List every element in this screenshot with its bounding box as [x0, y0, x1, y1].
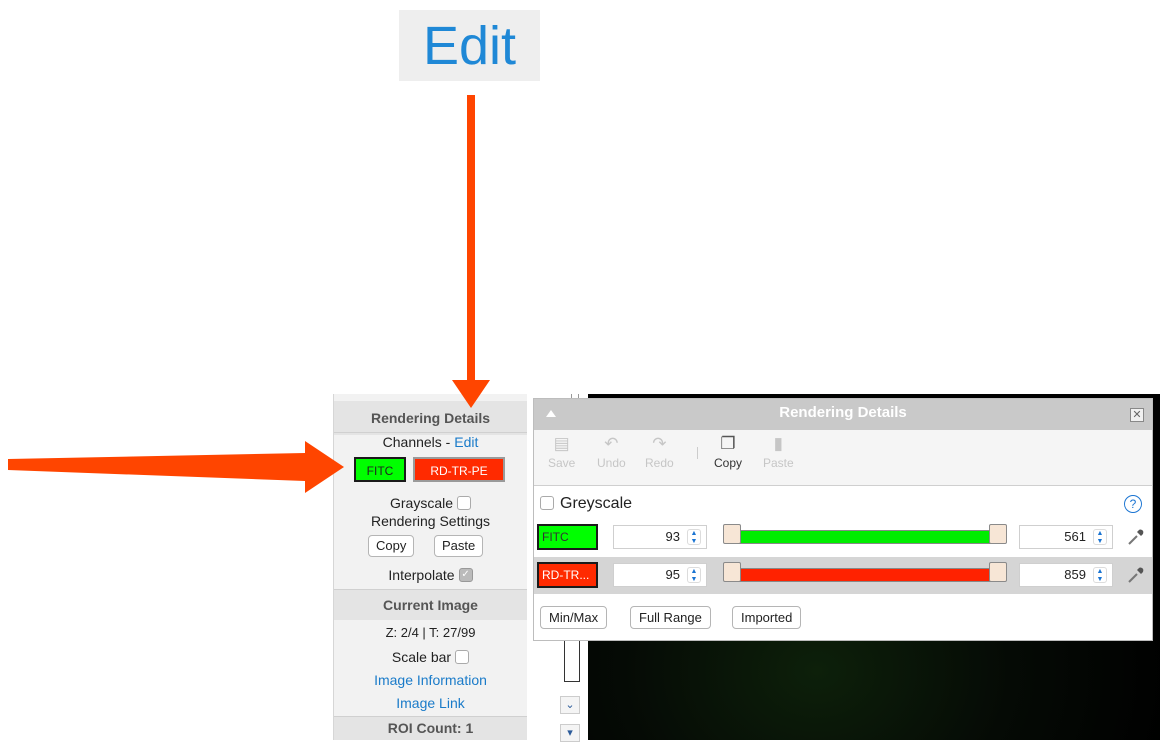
- redo-label: Redo: [645, 456, 674, 470]
- paste-label: Paste: [763, 456, 794, 470]
- save-label: Save: [548, 456, 576, 470]
- greyscale-row: Greyscale: [540, 495, 632, 513]
- redo-button[interactable]: ↷ Redo: [645, 434, 674, 470]
- grayscale-label: Grayscale: [389, 495, 454, 511]
- slider-start-handle[interactable]: [723, 524, 741, 544]
- save-button[interactable]: ▤ Save: [548, 434, 575, 470]
- channel-min-value: 95: [665, 567, 680, 582]
- copy-label: Copy: [714, 456, 743, 470]
- rendering-details-header: Rendering Details: [334, 401, 527, 435]
- full-range-button[interactable]: Full Range: [630, 606, 711, 629]
- imported-button[interactable]: Imported: [732, 606, 802, 629]
- z-t-position: Z: 2/4 | T: 27/99: [385, 625, 476, 640]
- edit-callout-label: Edit: [422, 15, 517, 76]
- current-image-header: Current Image: [334, 590, 527, 620]
- rendering-details-dialog: Rendering Details ✕ ▤ Save ↶ Undo ↷ Redo…: [533, 398, 1153, 641]
- dialog-title: Rendering Details: [779, 404, 907, 421]
- stepper-arrows-icon[interactable]: ▲ ▼: [687, 529, 701, 545]
- color-picker-icon[interactable]: [1126, 527, 1146, 547]
- channels-label: Channels -: [382, 434, 455, 450]
- min-max-button[interactable]: Min/Max: [540, 606, 608, 629]
- channel-row-fitc: FITC 93 ▲ ▼ 561 ▲ ▼: [534, 519, 1152, 556]
- stepper-arrows-icon[interactable]: ▲ ▼: [1093, 529, 1107, 545]
- scale-bar-label: Scale bar: [391, 649, 452, 665]
- copy-button[interactable]: ❐ Copy: [714, 434, 742, 470]
- toolbar-divider: [697, 447, 698, 459]
- channel-max-input[interactable]: 561 ▲ ▼: [1019, 525, 1113, 549]
- divider: [334, 432, 527, 433]
- image-link[interactable]: Image Link: [334, 695, 527, 711]
- channels-row: Channels - Edit: [334, 434, 527, 450]
- interpolate-checkbox[interactable]: ✓: [458, 568, 473, 583]
- grayscale-row: Grayscale: [334, 495, 527, 511]
- dialog-toolbar: ▤ Save ↶ Undo ↷ Redo ❐ Copy ▮ Paste: [534, 430, 1152, 486]
- down-arrow: [452, 95, 490, 408]
- scale-bar-row: Scale bar: [334, 649, 527, 665]
- undo-label: Undo: [597, 456, 626, 470]
- scale-bar-checkbox[interactable]: [455, 650, 470, 665]
- channels-edit-link[interactable]: Edit: [454, 434, 478, 450]
- interpolate-row: Interpolate ✓: [334, 567, 527, 583]
- help-icon[interactable]: ?: [1124, 495, 1142, 513]
- channel-row-rd-tr: RD-TR... 95 ▲ ▼ 859 ▲ ▼: [534, 557, 1152, 594]
- channel-min-value: 93: [665, 529, 680, 544]
- channel-range-slider-rd-tr[interactable]: [733, 568, 1003, 582]
- left-panel: Rendering Details Channels - Edit FITC R…: [333, 394, 528, 740]
- channel-toggle-rd-tr-pe[interactable]: RD-TR-PE: [413, 457, 505, 482]
- grayscale-checkbox[interactable]: [457, 496, 472, 511]
- channel-label-rd-tr[interactable]: RD-TR...: [537, 562, 598, 588]
- interpolate-label: Interpolate: [388, 567, 455, 583]
- channel-min-input[interactable]: 93 ▲ ▼: [613, 525, 707, 549]
- save-icon: ▤: [553, 434, 570, 453]
- channel-range-slider-fitc[interactable]: [733, 530, 1003, 544]
- right-arrow: [8, 441, 344, 493]
- channel-max-value: 859: [1064, 567, 1086, 582]
- rendering-settings-label: Rendering Settings: [370, 513, 491, 529]
- stepper-arrows-icon[interactable]: ▲ ▼: [687, 567, 701, 583]
- paste-settings-button[interactable]: Paste: [434, 535, 484, 557]
- channel-max-input[interactable]: 859 ▲ ▼: [1019, 563, 1113, 587]
- roi-count: ROI Count: 1: [334, 717, 527, 740]
- undo-button[interactable]: ↶ Undo: [597, 434, 626, 470]
- close-icon[interactable]: ✕: [1130, 408, 1144, 422]
- greyscale-checkbox[interactable]: [540, 495, 554, 510]
- copy-icon: ❐: [720, 434, 736, 453]
- dialog-titlebar[interactable]: Rendering Details ✕: [534, 399, 1152, 430]
- chevron-down-icon[interactable]: ⌄: [560, 696, 580, 714]
- stepper-arrows-icon[interactable]: ▲ ▼: [1093, 567, 1107, 583]
- paste-button[interactable]: ▮ Paste: [763, 434, 794, 470]
- redo-icon: ↷: [652, 434, 667, 453]
- channel-toggle-fitc[interactable]: FITC: [354, 457, 406, 482]
- greyscale-label: Greyscale: [560, 495, 633, 512]
- slider-start-handle[interactable]: [723, 562, 741, 582]
- channel-max-value: 561: [1064, 529, 1086, 544]
- color-picker-icon[interactable]: [1126, 565, 1146, 585]
- edit-callout: Edit: [399, 10, 540, 81]
- channel-label-fitc[interactable]: FITC: [537, 524, 598, 550]
- channel-min-input[interactable]: 95 ▲ ▼: [613, 563, 707, 587]
- slider-end-handle[interactable]: [989, 562, 1007, 582]
- expand-down-icon[interactable]: ▾: [560, 724, 580, 742]
- z-slider-track[interactable]: [564, 634, 580, 682]
- slider-end-handle[interactable]: [989, 524, 1007, 544]
- image-information-link[interactable]: Image Information: [334, 672, 527, 688]
- undo-icon: ↶: [604, 434, 619, 453]
- copy-settings-button[interactable]: Copy: [368, 535, 415, 557]
- paste-icon: ▮: [773, 434, 784, 453]
